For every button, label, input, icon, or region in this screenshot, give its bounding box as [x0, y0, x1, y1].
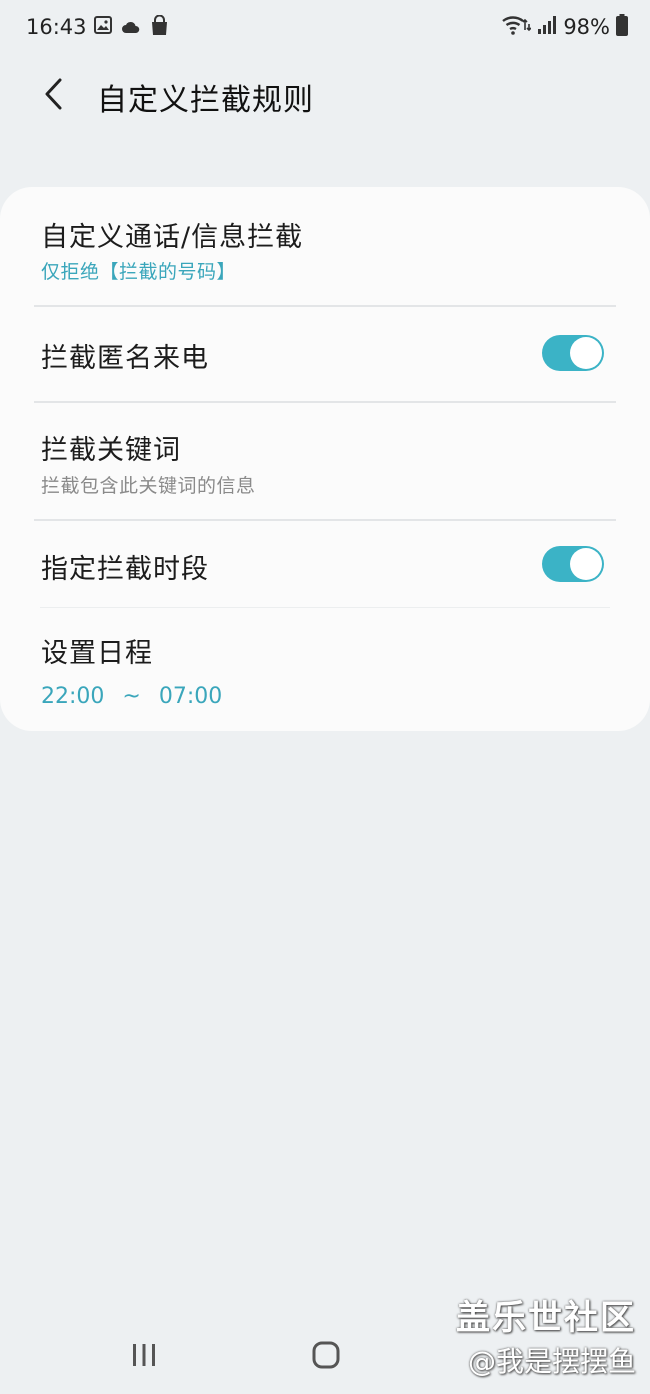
page-title: 自定义拦截规则: [97, 83, 314, 118]
schedule-row[interactable]: 设置日程: [0, 608, 650, 731]
block-anonymous-title: 拦截匿名来电: [41, 343, 209, 374]
recent-apps-icon[interactable]: [131, 1342, 157, 1372]
shopping-bag-icon: [150, 14, 169, 40]
block-keywords-title: 拦截关键词: [41, 435, 181, 466]
block-keywords-subtitle: 拦截包含此关键词的信息: [41, 475, 256, 497]
app-bar: 自定义拦截规则: [0, 60, 650, 130]
schedule-separator: ~: [122, 684, 141, 709]
gallery-icon: [94, 16, 112, 38]
watermark-author: @我是摆摆鱼: [467, 1345, 636, 1378]
wifi-icon: [501, 14, 532, 40]
signal-icon: [537, 15, 557, 39]
status-bar: 16:43 98%: [0, 0, 650, 56]
schedule-title: 设置日程: [41, 638, 153, 669]
watermark-community: 盖乐世社区: [456, 1298, 636, 1338]
battery-percent: 98%: [563, 15, 610, 39]
custom-block-subtitle: 仅拒绝【拦截的号码】: [41, 261, 237, 283]
scheduled-block-row[interactable]: 指定拦截时段: [0, 521, 650, 607]
battery-icon: [616, 14, 628, 40]
schedule-end: 07:00: [158, 684, 223, 709]
status-time: 16:43: [26, 15, 87, 39]
scheduled-block-title: 指定拦截时段: [41, 554, 209, 585]
home-icon[interactable]: [312, 1341, 340, 1373]
cloud-icon: [121, 19, 141, 38]
block-anonymous-row[interactable]: 拦截匿名来电: [0, 307, 650, 401]
schedule-time-range: 22:00 ~ 07:00: [41, 684, 222, 709]
toggle-knob: [570, 337, 602, 369]
scheduled-block-toggle[interactable]: [542, 546, 604, 582]
toggle-knob: [570, 548, 602, 580]
block-keywords-row[interactable]: 拦截关键词 拦截包含此关键词的信息: [0, 403, 650, 519]
custom-block-title: 自定义通话/信息拦截: [41, 222, 304, 253]
settings-card: 自定义通话/信息拦截 仅拒绝【拦截的号码】 拦截匿名来电 拦截关键词 拦截包含此…: [0, 187, 650, 731]
block-anonymous-toggle[interactable]: [542, 335, 604, 371]
custom-block-row[interactable]: 自定义通话/信息拦截 仅拒绝【拦截的号码】: [0, 187, 650, 305]
status-right: 98%: [501, 14, 628, 40]
schedule-start: 22:00: [41, 684, 105, 709]
back-arrow-icon[interactable]: [36, 74, 76, 114]
